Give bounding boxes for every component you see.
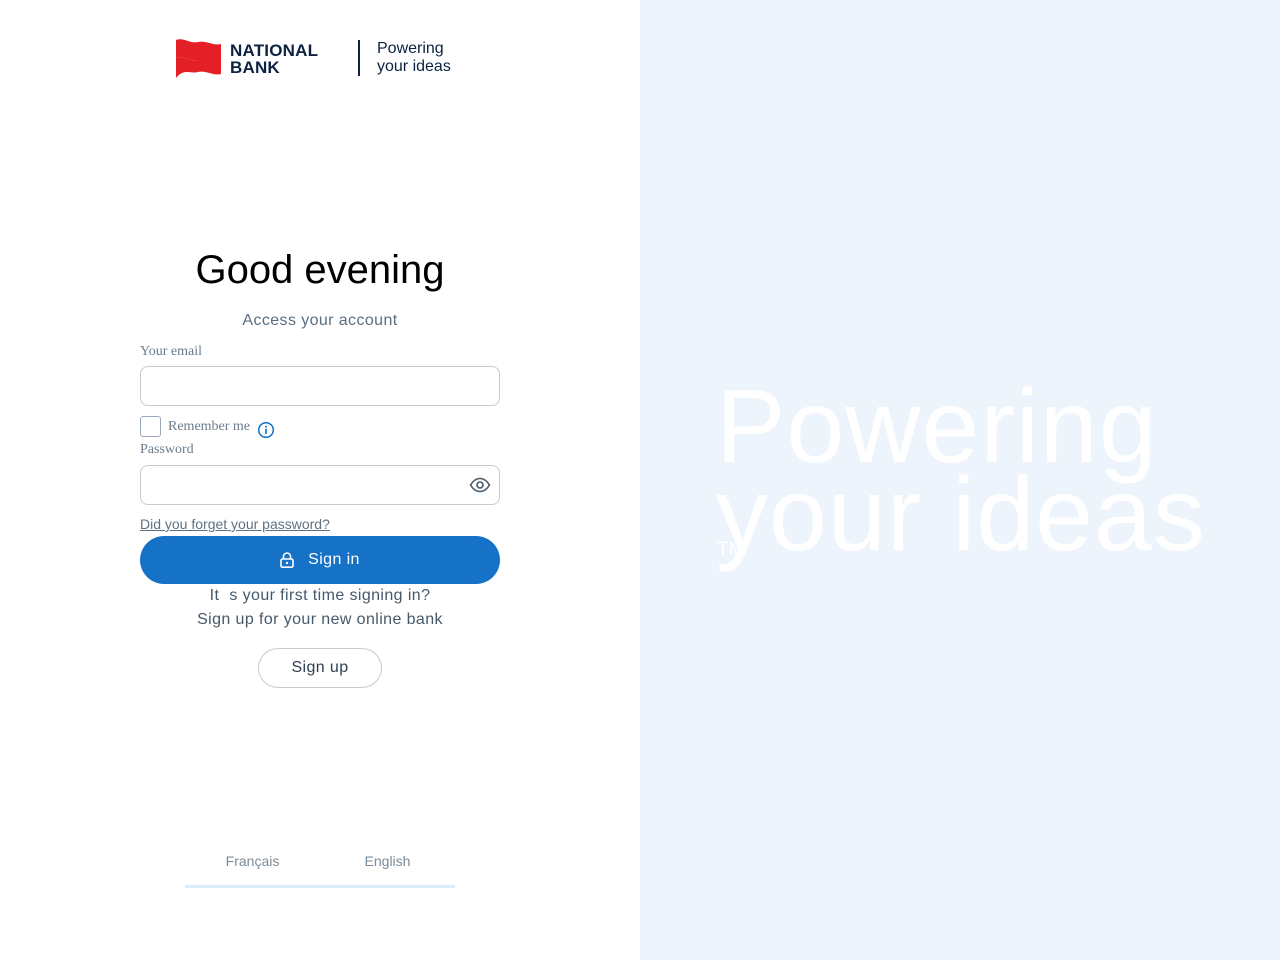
greeting-title: Good evening [195,248,445,292]
tagline-line1: Powering [377,40,444,57]
first-time-text: Its your first time signing in? [209,587,431,604]
sign-in-button[interactable]: Sign in [140,536,500,584]
login-pane: NATIONAL BANK Powering your ideas Good e… [0,0,640,960]
hero-pane: Powering your ideas TM [640,0,1280,960]
info-icon[interactable] [257,421,275,439]
access-subtitle: Access your account [242,312,398,329]
logo-divider [358,40,360,76]
password-input[interactable] [140,465,500,505]
remember-me-row: Remember me [140,416,275,439]
tagline-line2: your ideas [377,58,451,75]
national-bank-flag-logo-icon [176,39,221,78]
password-label: Password [140,442,194,457]
forgot-password-link[interactable]: Did you forget your password? [140,516,330,532]
bank-wordmark: NATIONAL BANK [230,42,318,76]
hero-slogan: Powering your ideas [716,375,1206,573]
language-tab-francais[interactable]: Français [185,842,320,882]
signup-prompt: Sign up for your new online bank [197,611,443,628]
remember-me-label: Remember me [168,418,251,434]
wordmark-line2: BANK [230,58,280,77]
wordmark-line1: NATIONAL [230,41,319,60]
sign-in-label: Sign in [308,551,360,568]
email-input[interactable] [140,366,500,406]
hero-line2: your ideas [716,457,1206,573]
hero-trademark: TM [717,539,745,560]
national-bank-logo[interactable]: NATIONAL BANK [176,38,318,78]
remember-me-checkbox[interactable] [140,416,161,437]
eye-icon[interactable] [469,475,491,495]
language-tab-english[interactable]: English [320,842,455,882]
language-tabs: Français English [185,842,455,888]
lock-icon [280,552,294,568]
email-label: Your email [140,344,202,359]
logo-tagline: Powering your ideas [377,40,451,76]
sign-up-button[interactable]: Sign up [258,648,382,688]
